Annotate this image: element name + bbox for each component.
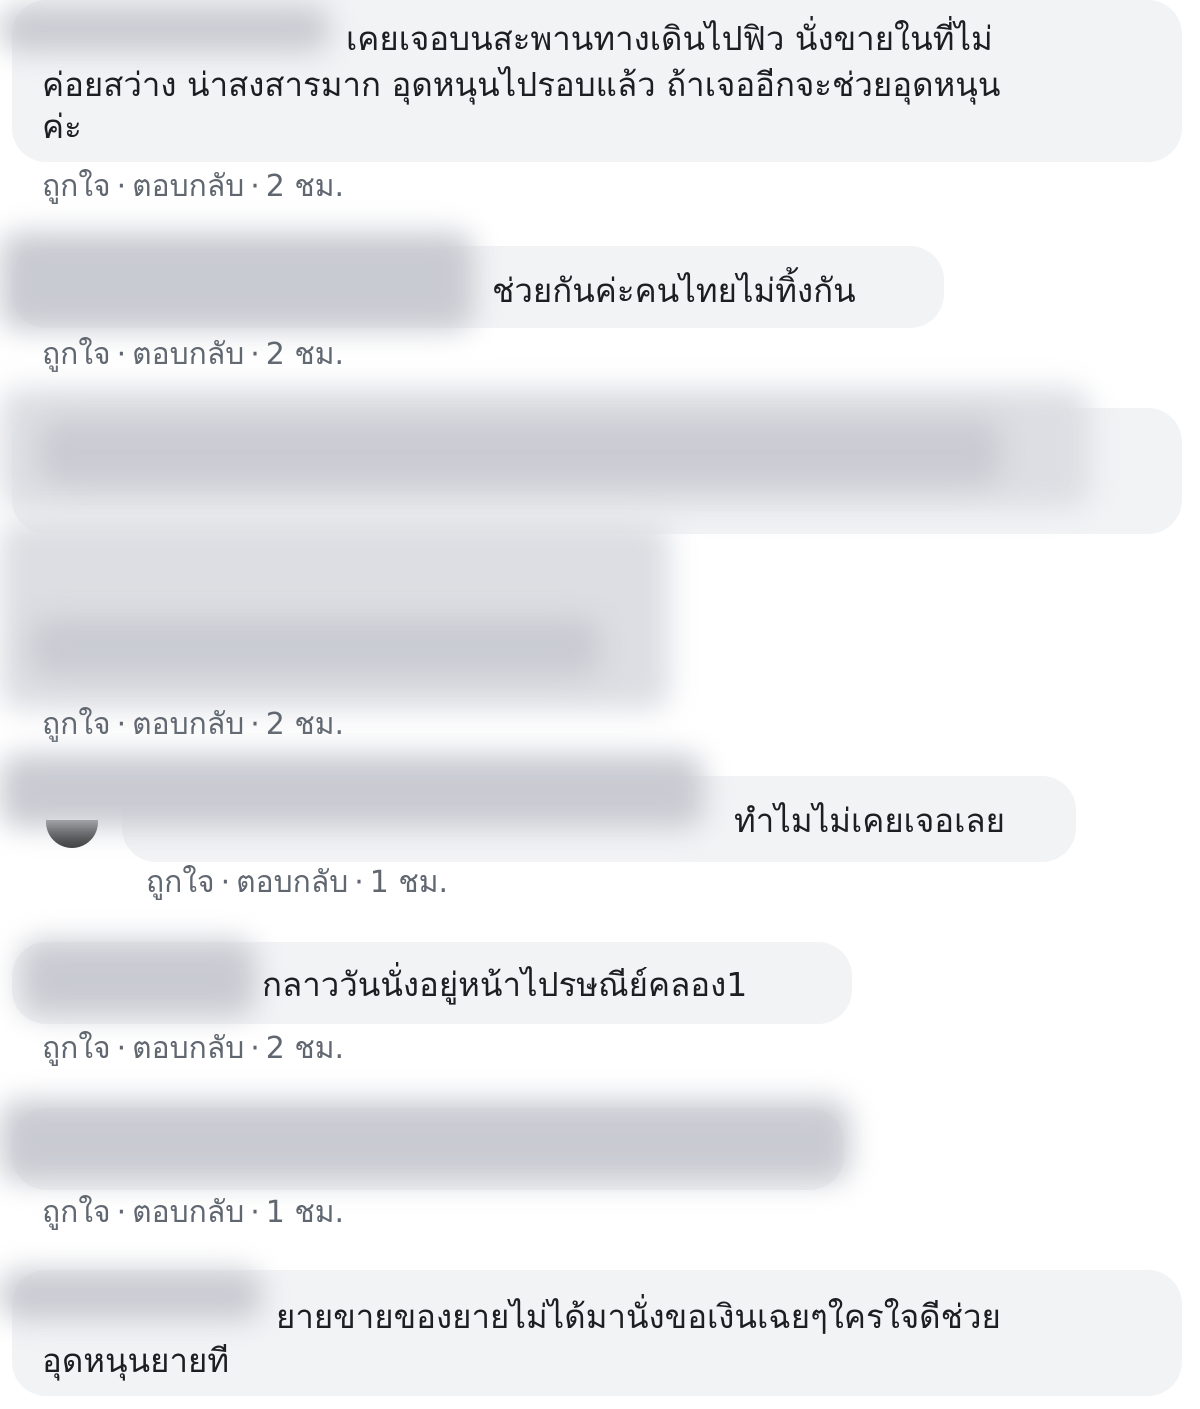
separator: ·	[250, 1195, 260, 1230]
blurred-author-name	[0, 232, 474, 330]
like-link[interactable]: ถูกใจ	[42, 1195, 111, 1230]
reply-link[interactable]: ตอบกลับ	[132, 337, 244, 372]
timestamp[interactable]: 2 ชม.	[266, 1031, 344, 1066]
blurred-author-name	[0, 754, 704, 828]
separator: ·	[116, 169, 127, 204]
comment-text: อุดหนุนยายที	[42, 1341, 230, 1380]
separator: ·	[250, 337, 260, 372]
blurred-author-name	[0, 6, 330, 52]
like-link[interactable]: ถูกใจ	[42, 337, 111, 372]
like-link[interactable]: ถูกใจ	[42, 707, 111, 742]
comment-text: ทำไมไม่เคยเจอเลย	[734, 801, 1005, 840]
timestamp[interactable]: 2 ชม.	[266, 337, 344, 372]
comment-actions: ถูกใจ · ตอบกลับ · 1 ชม.	[146, 864, 448, 902]
separator: ·	[250, 1031, 260, 1066]
separator: ·	[116, 707, 127, 742]
separator: ·	[250, 169, 260, 204]
comment-text: ค่ะ	[42, 107, 82, 146]
blurred-author-name	[0, 1270, 262, 1320]
comment-text: กลาววันนั่งอยู่หน้าไปรษณีย์คลอง1	[262, 965, 748, 1004]
blurred-comment-content	[0, 520, 670, 710]
separator: ·	[220, 865, 231, 900]
timestamp[interactable]: 2 ชม.	[266, 169, 344, 204]
reply-link[interactable]: ตอบกลับ	[236, 865, 348, 900]
blurred-comment-content	[0, 1100, 850, 1182]
comment-text: ค่อยสว่าง น่าสงสารมาก อุดหนุนไปรอบแล้ว ถ…	[42, 65, 1001, 104]
reply-link[interactable]: ตอบกลับ	[132, 1195, 244, 1230]
timestamp[interactable]: 2 ชม.	[266, 707, 344, 742]
blurred-author-name	[20, 940, 256, 1016]
comment-text: ช่วยกันค่ะคนไทยไม่ทิ้งกัน	[492, 271, 856, 310]
reply-link[interactable]: ตอบกลับ	[132, 707, 244, 742]
reply-link[interactable]: ตอบกลับ	[132, 1031, 244, 1066]
like-link[interactable]: ถูกใจ	[146, 865, 215, 900]
comment-actions: ถูกใจ · ตอบกลับ · 2 ชม.	[42, 1030, 344, 1068]
timestamp[interactable]: 1 ชม.	[370, 865, 448, 900]
comment-actions: ถูกใจ · ตอบกลับ · 2 ชม.	[42, 168, 344, 206]
timestamp[interactable]: 1 ชม.	[266, 1195, 344, 1230]
separator: ·	[116, 1195, 127, 1230]
comment-actions: ถูกใจ · ตอบกลับ · 1 ชม.	[42, 1194, 344, 1232]
like-link[interactable]: ถูกใจ	[42, 169, 111, 204]
comment-text: ยายขายของยายไม่ได้มานั่งขอเงินเฉยๆใครใจด…	[276, 1297, 1001, 1336]
separator: ·	[116, 337, 127, 372]
comment-actions: ถูกใจ · ตอบกลับ · 2 ชม.	[42, 706, 344, 744]
separator: ·	[116, 1031, 127, 1066]
comment-actions: ถูกใจ · ตอบกลับ · 2 ชม.	[42, 336, 344, 374]
like-link[interactable]: ถูกใจ	[42, 1031, 111, 1066]
blurred-comment-content	[40, 420, 1000, 484]
reply-link[interactable]: ตอบกลับ	[132, 169, 244, 204]
blurred-comment-content	[30, 618, 600, 676]
separator: ·	[250, 707, 260, 742]
separator: ·	[354, 865, 364, 900]
